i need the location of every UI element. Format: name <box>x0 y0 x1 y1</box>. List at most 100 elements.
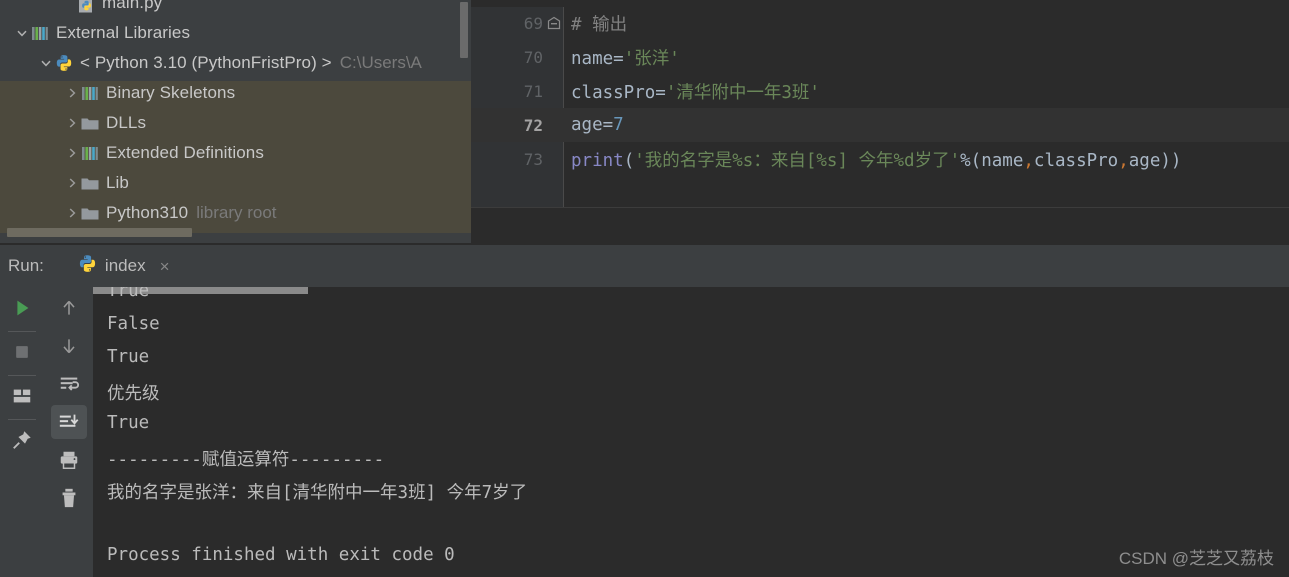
tree-item-label: Python310 <box>106 203 189 222</box>
code-text: # 输出 <box>571 11 627 36</box>
tree-item-label: < Python 3.10 (PythonFristPro) > <box>80 53 332 72</box>
library-bars-icon <box>80 144 100 162</box>
code-text: age=7 <box>571 115 624 135</box>
chevron-down-icon[interactable] <box>38 55 54 71</box>
watermark-label: CSDN @芝芝又荔枝 <box>1118 549 1274 568</box>
clear-all-button[interactable] <box>51 481 87 515</box>
code-token: print <box>571 150 624 171</box>
python-icon <box>54 54 74 72</box>
chevron-right-icon[interactable] <box>64 145 80 161</box>
stop-icon <box>16 346 28 358</box>
pin-tab-button[interactable] <box>4 423 40 457</box>
restore-layout-button[interactable] <box>4 379 40 413</box>
run-panel-body: True False True 优先级 True ---------赋值运算符------… <box>0 287 1289 577</box>
tree-item-python-3-10-pythonfristpro[interactable]: < Python 3.10 (PythonFristPro) > C:\Users… <box>0 48 471 78</box>
chevron-down-icon[interactable] <box>14 25 30 41</box>
close-icon[interactable]: × <box>160 258 170 275</box>
code-line[interactable]: 69 # 输出 <box>471 6 1289 40</box>
tree-item-label: Binary Skeletons <box>106 83 236 102</box>
code-fold-icon[interactable] <box>547 16 561 30</box>
editor-bottom-divider <box>471 207 1289 208</box>
rerun-button[interactable] <box>4 291 40 325</box>
run-tab-index[interactable]: index × <box>74 252 174 280</box>
scroll-to-end-button[interactable] <box>51 405 87 439</box>
tree-item-external-libraries[interactable]: External Libraries <box>0 18 471 48</box>
stop-button[interactable] <box>4 335 40 369</box>
python-icon <box>78 254 97 278</box>
project-tree-vertical-scrollbar[interactable] <box>460 2 468 58</box>
console-line: 我的名字是张洋：来自[清华附中一年3班] 今年7岁了 <box>107 483 528 503</box>
tree-item-python310[interactable]: Python310 library root <box>0 198 471 228</box>
prev-occurrence-button[interactable] <box>51 291 87 325</box>
line-number: 70 <box>523 47 543 67</box>
tree-item-lib[interactable]: Lib <box>0 168 471 198</box>
run-tab-label: index <box>104 256 146 275</box>
library-bars-icon <box>30 24 50 42</box>
run-panel-header: Run: index × <box>0 245 1289 287</box>
chevron-right-icon[interactable] <box>64 115 80 131</box>
code-token: ( <box>623 150 635 171</box>
project-tree-horizontal-scrollbar[interactable] <box>0 228 471 237</box>
console-line: True <box>107 413 150 433</box>
python-file-icon <box>76 0 96 12</box>
chevron-right-icon[interactable] <box>64 85 80 101</box>
code-token: '清华附中一年3班' <box>665 82 820 103</box>
console-output[interactable]: True False True 优先级 True ---------赋值运算符------… <box>93 287 1289 577</box>
tree-item-label: Lib <box>106 173 129 192</box>
code-token: )) <box>1160 150 1182 171</box>
run-toolbar-primary <box>0 287 46 577</box>
chevron-right-icon[interactable] <box>64 205 80 221</box>
scroll-to-end-icon <box>59 414 79 427</box>
code-editor[interactable]: 69 # 输出 70 name='张洋' 71 classPro='清华附中一年3班' 72… <box>471 0 1289 243</box>
tree-item-subtext: library root <box>196 203 277 222</box>
folder-icon <box>80 204 100 222</box>
editor-clipped-top <box>471 0 1289 7</box>
print-button[interactable] <box>51 443 87 477</box>
toolbar-separator-3 <box>8 419 36 420</box>
pin-icon <box>13 431 31 449</box>
trash-icon <box>62 488 76 508</box>
tree-item-dlls[interactable]: DLLs <box>0 108 471 138</box>
project-tree-hscroll-thumb[interactable] <box>7 228 192 237</box>
code-token: name= <box>571 48 624 69</box>
play-icon <box>17 300 29 316</box>
tree-item-label: Extended Definitions <box>106 143 264 162</box>
console-line: True <box>107 287 150 301</box>
run-label: Run: <box>8 256 44 275</box>
tree-item-label: External Libraries <box>56 23 191 42</box>
code-line[interactable]: 72 age=7 <box>471 108 1289 142</box>
tree-item-binary-skeletons[interactable]: Binary Skeletons <box>0 78 471 108</box>
tree-item-label: DLLs <box>106 113 147 132</box>
editor-empty-area <box>471 207 1289 243</box>
run-tool-window: Run: index × True False True 优先级 True --… <box>0 243 1289 577</box>
code-area[interactable]: 69 # 输出 70 name='张洋' 71 classPro='清华附中一年3班' 72… <box>471 0 1289 207</box>
toolbar-separator-2 <box>8 375 36 376</box>
code-line[interactable]: 70 name='张洋' <box>471 40 1289 74</box>
tree-item-extended-definitions[interactable]: Extended Definitions <box>0 138 471 168</box>
run-toolbar-secondary <box>46 287 93 577</box>
code-token: age <box>1128 150 1161 171</box>
line-number: 72 <box>523 115 543 135</box>
top-section: main.py External Libraries < Python 3.10 (… <box>0 0 1289 243</box>
library-bars-icon <box>80 84 100 102</box>
code-text: print('我的名字是%s：来自[%s] 今年%d岁了'%(name,clas… <box>571 147 1181 172</box>
no-arrow-spacer <box>60 0 76 11</box>
tree-item-main-py[interactable]: main.py <box>0 0 471 18</box>
console-line: 优先级 <box>107 384 160 404</box>
next-occurrence-button[interactable] <box>51 329 87 363</box>
console-line: False <box>107 314 160 334</box>
console-line: ---------赋值运算符--------- <box>107 450 385 470</box>
code-token: name <box>981 150 1024 171</box>
soft-wrap-button[interactable] <box>51 367 87 401</box>
code-line[interactable]: 73 print('我的名字是%s：来自[%s] 今年%d岁了'%(name,cl… <box>471 142 1289 176</box>
arrow-up-icon <box>63 300 75 315</box>
console-line: Process finished with exit code 0 <box>107 545 455 565</box>
code-token: age= <box>571 115 614 135</box>
chevron-right-icon[interactable] <box>64 175 80 191</box>
toolbar-separator <box>8 331 36 332</box>
line-number: 73 <box>523 149 543 169</box>
project-tree-panel[interactable]: main.py External Libraries < Python 3.10 (… <box>0 0 471 243</box>
code-line[interactable]: 71 classPro='清华附中一年3班' <box>471 74 1289 108</box>
tree-item-label: main.py <box>102 0 163 12</box>
code-token: '我的名字是%s：来自[%s] 今年%d岁了' <box>634 150 961 171</box>
